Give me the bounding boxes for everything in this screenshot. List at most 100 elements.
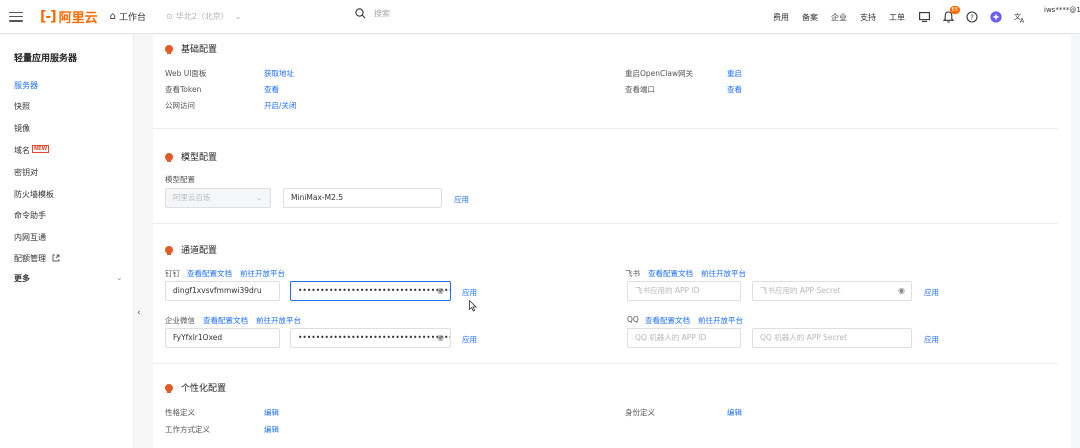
aliyun-logo[interactable]: [-] 阿里云	[40, 7, 98, 27]
feishu-app-id-input[interactable]: 飞书应用的 APP ID	[627, 281, 741, 301]
nav-cost[interactable]: 费用	[773, 12, 789, 23]
sidebar: 轻量应用服务器 服务器 快照 镜像 域名 NEW 密钥对 防火墙模板 命令助手 内…	[0, 35, 134, 448]
nav-icp[interactable]: 备案	[802, 12, 818, 23]
sidebar-item-keypairs[interactable]: 密钥对	[14, 167, 38, 178]
sidebar-item-servers[interactable]: 服务器	[14, 80, 38, 91]
region-label: 华北2（北京）	[175, 12, 229, 21]
sidebar-item-snapshots[interactable]: 快照	[14, 101, 30, 112]
eye-icon[interactable]: ◉	[437, 282, 444, 300]
identity-edit-link[interactable]: 编辑	[727, 407, 742, 418]
wecom-doc-link[interactable]: 查看配置文档	[203, 315, 248, 326]
qq-doc-link[interactable]: 查看配置文档	[645, 315, 690, 326]
feishu-apply-link[interactable]: 应用	[924, 287, 939, 298]
nav-enterprise[interactable]: 企业	[831, 12, 847, 23]
basic-config-title: 基础配置	[181, 45, 218, 55]
workstyle-edit-link[interactable]: 编辑	[264, 424, 279, 435]
personality-edit-link[interactable]: 编辑	[264, 407, 279, 418]
restart-gateway-link[interactable]: 重启	[727, 68, 742, 79]
workbench-link[interactable]: ⌂ 工作台	[110, 10, 146, 23]
wecom-apply-link[interactable]: 应用	[462, 334, 477, 345]
view-port-link[interactable]: 查看	[727, 84, 742, 95]
eye-icon[interactable]: ◉	[898, 282, 905, 300]
search-icon	[355, 8, 366, 19]
wecom-app-secret-input[interactable]: ••••••••••••••••••••••••••••••••••••••••…	[290, 328, 451, 348]
logo-text: 阿里云	[58, 11, 98, 26]
section-icon	[165, 44, 173, 54]
sidebar-item-more[interactable]: 更多	[14, 273, 30, 284]
wecom-open-platform-link[interactable]: 前往开放平台	[256, 315, 301, 326]
screen-icon[interactable]	[918, 11, 930, 23]
dingtalk-apply-link[interactable]: 应用	[462, 287, 477, 298]
sidebar-item-command-assistant[interactable]: 命令助手	[14, 210, 46, 221]
web-ui-get-address-link[interactable]: 获取地址	[264, 68, 294, 79]
restart-gateway-label: 重启OpenClaw网关	[625, 69, 694, 78]
qq-apply-link[interactable]: 应用	[924, 334, 939, 345]
help-icon[interactable]: ?	[966, 11, 978, 23]
chevron-down-icon: ⌄	[234, 12, 242, 21]
eye-icon[interactable]: ◉	[437, 329, 444, 347]
ai-assistant-icon[interactable]	[990, 11, 1002, 23]
wecom-label: 企业微信	[165, 316, 195, 325]
sidebar-item-intranet[interactable]: 内网互通	[14, 232, 46, 243]
public-access-toggle-link[interactable]: 开启/关闭	[264, 100, 297, 111]
dingtalk-open-platform-link[interactable]: 前往开放平台	[240, 268, 285, 279]
feishu-open-platform-link[interactable]: 前往开放平台	[701, 268, 746, 279]
home-icon: ⌂	[109, 11, 116, 22]
bell-icon[interactable]: 65	[942, 6, 960, 23]
model-config-section-title: 模型配置	[165, 150, 217, 163]
nav-support[interactable]: 支持	[860, 12, 876, 23]
dingtalk-app-id-input[interactable]: dingf1xvsvfmmwi39dru	[165, 281, 280, 301]
view-port-label: 查看端口	[625, 85, 655, 94]
divider	[153, 128, 1058, 129]
svg-text:?: ?	[970, 14, 974, 22]
region-selector[interactable]: ⊙ 华北2（北京） ⌄	[166, 11, 242, 22]
mouse-cursor-icon	[469, 300, 477, 312]
user-account[interactable]: iws****@1	[1044, 6, 1080, 14]
qq-open-platform-link[interactable]: 前往开放平台	[698, 315, 743, 326]
divider	[153, 223, 1058, 224]
model-provider-value: 阿里云百炼	[173, 193, 211, 202]
top-nav-links: 费用 备案 企业 支持 工单	[773, 0, 918, 34]
channel-config-section-title: 通道配置	[165, 243, 217, 256]
sidebar-item-firewall-templates[interactable]: 防火墙模板	[14, 189, 54, 200]
collapse-sidebar-icon[interactable]: ‹	[137, 308, 141, 318]
search-box[interactable]: 搜索	[355, 8, 390, 19]
location-pin-icon: ⊙	[166, 12, 173, 21]
top-icons: 65 ? 文A	[918, 0, 1038, 34]
section-icon	[165, 152, 173, 162]
dingtalk-doc-link[interactable]: 查看配置文档	[187, 268, 232, 279]
view-token-link[interactable]: 查看	[264, 84, 279, 95]
web-ui-label: Web UI面板	[165, 69, 207, 78]
sidebar-item-domains[interactable]: 域名 NEW	[14, 145, 50, 156]
menu-icon[interactable]	[9, 11, 23, 22]
wecom-secret-value: ••••••••••••••••••••••••••••••••••••••••	[298, 333, 451, 342]
model-apply-link[interactable]: 应用	[454, 194, 469, 205]
qq-app-id-input[interactable]: QQ 机器人的 APP ID	[627, 328, 741, 348]
notification-badge: 65	[949, 6, 960, 14]
search-placeholder: 搜索	[374, 9, 390, 18]
channel-config-title: 通道配置	[181, 246, 218, 256]
workstyle-label: 工作方式定义	[165, 425, 210, 434]
section-icon	[165, 245, 173, 255]
sidebar-item-quota[interactable]: 配额管理	[14, 253, 60, 264]
language-icon[interactable]: 文A	[1014, 11, 1026, 23]
feishu-app-secret-input[interactable]: 飞书应用的 APP Secret ◉	[752, 281, 912, 301]
qq-app-secret-input[interactable]: QQ 机器人的 APP Secret	[752, 328, 912, 348]
feishu-doc-link[interactable]: 查看配置文档	[648, 268, 693, 279]
feishu-label: 飞书	[625, 269, 640, 278]
section-icon	[165, 383, 173, 393]
model-name-input[interactable]: MiniMax-M2.5	[283, 188, 442, 208]
nav-ticket[interactable]: 工单	[889, 12, 905, 23]
personality-label: 性格定义	[165, 408, 195, 417]
sidebar-item-images[interactable]: 镜像	[14, 123, 30, 134]
feishu-secret-placeholder: 飞书应用的 APP Secret	[760, 286, 841, 295]
qq-label: QQ	[627, 315, 639, 324]
chevron-down-icon[interactable]: ⌄	[116, 273, 123, 282]
sidebar-item-quota-label: 配额管理	[14, 254, 46, 263]
external-link-icon	[52, 254, 59, 262]
model-config-label: 模型配置	[165, 175, 195, 184]
logo-mark-icon: [-]	[40, 8, 57, 25]
wecom-app-id-input[interactable]: FyYfxlr1Oxed	[165, 328, 280, 348]
view-token-label: 查看Token	[165, 85, 202, 94]
dingtalk-app-secret-input[interactable]: ••••••••••••••••••••••••••••••••••••••••…	[290, 281, 451, 301]
